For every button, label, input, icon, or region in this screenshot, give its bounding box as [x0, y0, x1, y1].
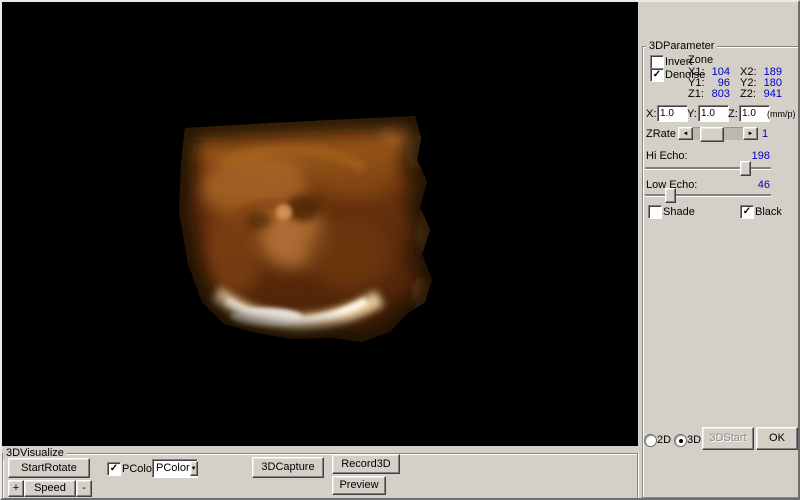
scroll-left-arrow-icon: ◄ — [683, 131, 689, 137]
scale-unit-label: (mm/p) — [767, 108, 796, 120]
pcolor-combobox[interactable]: PColor ▼ — [152, 459, 198, 478]
scale-x-label: X: — [646, 108, 656, 120]
black-checkbox[interactable]: ✓ — [740, 205, 754, 219]
mode-2d-label: 2D — [657, 434, 671, 446]
shade-checkbox[interactable] — [648, 205, 662, 219]
zrate-scrollbar-thumb[interactable] — [700, 127, 724, 142]
zone-z1-value: 803 — [702, 88, 730, 100]
zrate-scrollbar-track[interactable] — [693, 127, 743, 140]
hi-echo-label: Hi Echo: — [646, 150, 688, 162]
record-3d-button-label: Record3D — [341, 459, 391, 470]
preview-button[interactable]: Preview — [332, 476, 386, 495]
speed-plus-button[interactable]: + — [8, 480, 24, 497]
check-icon: ✓ — [743, 207, 751, 217]
zrate-value: 1 — [758, 128, 772, 140]
mode-3d-radio[interactable] — [674, 434, 687, 447]
start-rotate-button[interactable]: StartRotate — [8, 458, 90, 478]
hi-echo-slider-track[interactable] — [645, 167, 771, 169]
zrate-scroll-right-button[interactable]: ► — [743, 127, 758, 140]
capture-3d-button-label: 3DCapture — [261, 462, 314, 473]
pcolor-combobox-value: PColor — [153, 463, 190, 474]
ultrasound-3d-app-window: { "colors": { "window_bg": "#d4d0c8", "v… — [0, 0, 800, 500]
speed-minus-button[interactable]: - — [76, 480, 92, 497]
hi-echo-slider-thumb[interactable] — [740, 161, 751, 176]
preview-button-label: Preview — [339, 480, 378, 491]
zrate-label: ZRate — [646, 128, 676, 140]
low-echo-slider-track[interactable] — [645, 194, 771, 196]
scale-y-input[interactable] — [698, 105, 729, 122]
record-3d-button[interactable]: Record3D — [332, 454, 400, 474]
speed-button-label: Speed — [34, 483, 66, 494]
parameter-panel: 3DParameter Invert ✓ Denoise Zone X1: 10… — [640, 0, 800, 500]
zone-title: Zone — [688, 54, 713, 66]
capture-3d-button[interactable]: 3DCapture — [252, 457, 324, 478]
check-icon: ✓ — [110, 464, 118, 474]
ok-button[interactable]: OK — [756, 427, 798, 450]
scale-z-input[interactable] — [739, 105, 770, 122]
speed-button[interactable]: Speed — [24, 480, 76, 497]
ok-button-label: OK — [769, 433, 785, 444]
start3d-button-label: 3DStart — [709, 433, 746, 444]
start-rotate-button-label: StartRotate — [21, 463, 77, 474]
ultrasound-3d-render — [2, 2, 638, 446]
pcolor-checkbox[interactable]: ✓ — [107, 462, 121, 476]
visualize-panel: 3DVisualize StartRotate + Speed - ✓ PCol… — [0, 446, 638, 500]
zrate-scroll-left-button[interactable]: ◄ — [678, 127, 693, 140]
minus-icon: - — [82, 483, 86, 494]
zrate-scrollbar[interactable]: ◄ ► — [678, 127, 758, 140]
mode-2d-radio[interactable] — [644, 434, 657, 447]
shade-label: Shade — [663, 206, 695, 218]
scale-x-input[interactable] — [657, 105, 688, 122]
scroll-right-arrow-icon: ► — [748, 131, 754, 137]
pcolor-combobox-dropdown-button[interactable]: ▼ — [190, 461, 198, 476]
scale-z-label: Z: — [728, 108, 738, 120]
black-label: Black — [755, 206, 782, 218]
zone-z2-value: 941 — [754, 88, 782, 100]
start3d-button[interactable]: 3DStart — [702, 427, 754, 450]
radio-selected-dot — [679, 439, 683, 443]
low-echo-value: 46 — [740, 179, 770, 191]
dropdown-arrow-icon: ▼ — [191, 466, 197, 472]
render-viewport[interactable] — [2, 2, 638, 446]
low-echo-slider-thumb[interactable] — [665, 188, 676, 203]
check-icon: ✓ — [653, 70, 661, 80]
parameter-groupbox-title: 3DParameter — [646, 40, 717, 53]
plus-icon: + — [13, 483, 19, 494]
mode-3d-label: 3D — [687, 434, 701, 446]
pcolor-checkbox-label: PColor — [122, 463, 156, 475]
invert-checkbox[interactable] — [650, 55, 664, 69]
denoise-checkbox[interactable]: ✓ — [650, 68, 664, 82]
scale-y-label: Y: — [687, 108, 697, 120]
